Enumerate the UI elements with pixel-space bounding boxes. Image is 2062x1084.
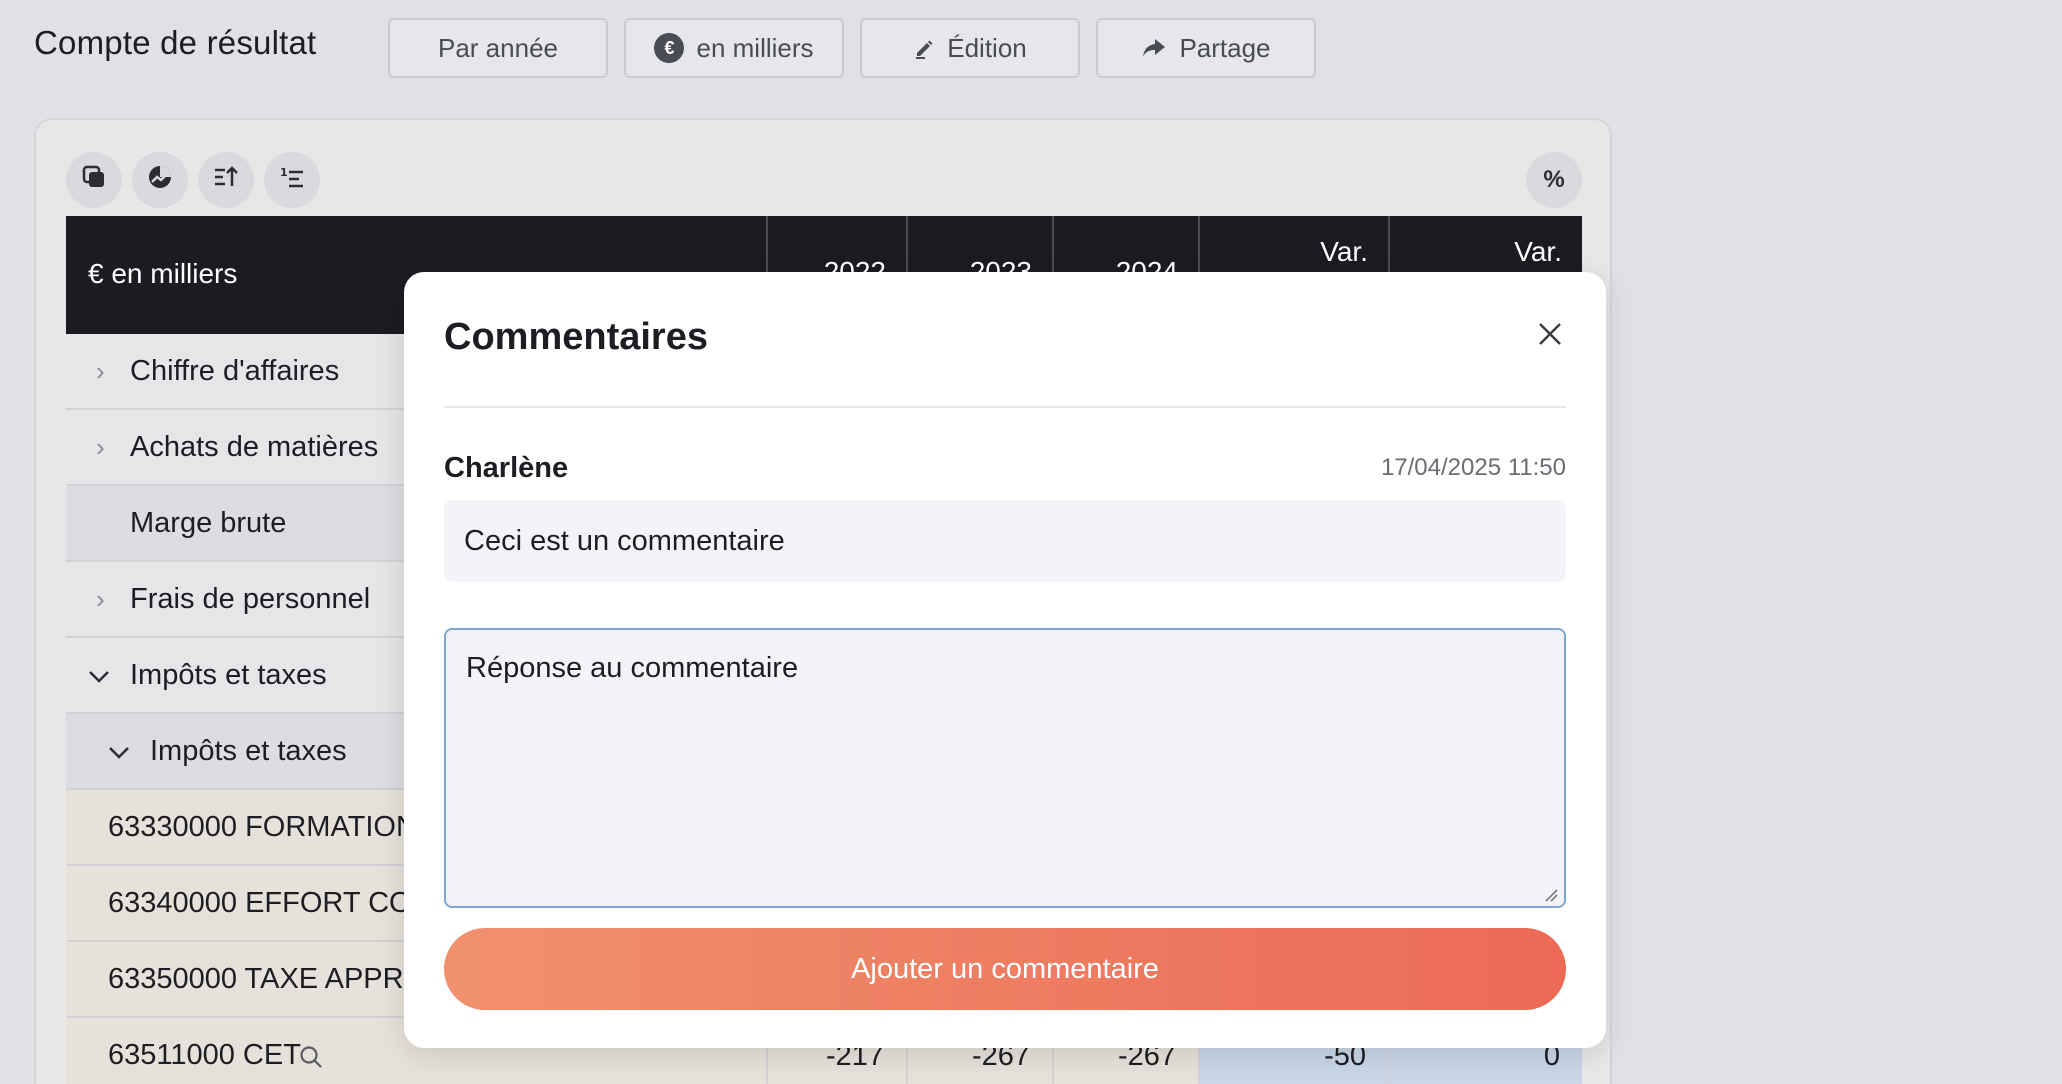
- add-comment-button[interactable]: Ajouter un commentaire: [444, 928, 1566, 1010]
- percent-button[interactable]: %: [1526, 152, 1582, 208]
- svg-text:1: 1: [280, 166, 288, 179]
- close-button[interactable]: [1530, 316, 1570, 356]
- chart-button[interactable]: [132, 152, 188, 208]
- row-label: Frais de personnel: [130, 582, 371, 615]
- table-header-label: € en milliers: [88, 258, 238, 289]
- chevron-right-icon[interactable]: ›: [96, 584, 105, 615]
- sort-button[interactable]: [198, 152, 254, 208]
- row-label: Achats de matières: [130, 430, 379, 463]
- close-icon: [1536, 320, 1564, 353]
- share-button[interactable]: Partage: [1096, 18, 1316, 78]
- comments-modal: Commentaires Charlène 17/04/2025 11:50 C…: [404, 272, 1606, 1048]
- search-icon[interactable]: [298, 1044, 324, 1078]
- row-label: Chiffre d'affaires: [130, 354, 340, 387]
- pencil-icon: [913, 37, 935, 59]
- reply-textarea[interactable]: Réponse au commentaire: [444, 628, 1566, 908]
- row-label: 63350000 TAXE APPRE: [108, 962, 423, 995]
- page-title: Compte de résultat: [34, 24, 317, 61]
- units-button-label: en milliers: [696, 32, 814, 63]
- edit-button-label: Édition: [947, 32, 1027, 63]
- modal-title: Commentaires: [444, 316, 708, 358]
- row-label: Impôts et taxes: [130, 658, 327, 691]
- row-label: 63340000 EFFORT CO: [108, 886, 412, 919]
- copy-button[interactable]: [66, 152, 122, 208]
- share-arrow-icon: [1141, 37, 1167, 59]
- chart-icon: [147, 164, 173, 197]
- sort-icon: [213, 164, 239, 197]
- row-label: 63511000 CET: [108, 1038, 301, 1071]
- copy-icon: [81, 164, 107, 197]
- units-button[interactable]: € en milliers: [624, 18, 844, 78]
- resize-grip-icon[interactable]: [1544, 888, 1558, 907]
- chevron-right-icon[interactable]: ›: [96, 356, 105, 387]
- row-label: 63330000 FORMATION: [108, 810, 417, 843]
- chevron-down-icon[interactable]: [108, 736, 130, 767]
- list-button[interactable]: 1: [264, 152, 320, 208]
- comment-date: 17/04/2025 11:50: [1380, 454, 1566, 481]
- modal-divider: [444, 406, 1566, 408]
- euro-circle-icon: €: [654, 33, 685, 63]
- comment-author: Charlène: [444, 452, 569, 484]
- comment-text: Ceci est un commentaire: [444, 500, 1566, 582]
- period-button-label: Par année: [438, 32, 558, 63]
- edit-button[interactable]: Édition: [860, 18, 1080, 78]
- chevron-down-icon[interactable]: [88, 660, 110, 691]
- chevron-right-icon[interactable]: ›: [96, 432, 105, 463]
- numbered-list-icon: 1: [279, 164, 305, 197]
- period-button[interactable]: Par année: [388, 18, 608, 78]
- row-label: Marge brute: [130, 506, 287, 539]
- share-button-label: Partage: [1179, 32, 1271, 63]
- row-label: Impôts et taxes: [150, 734, 347, 767]
